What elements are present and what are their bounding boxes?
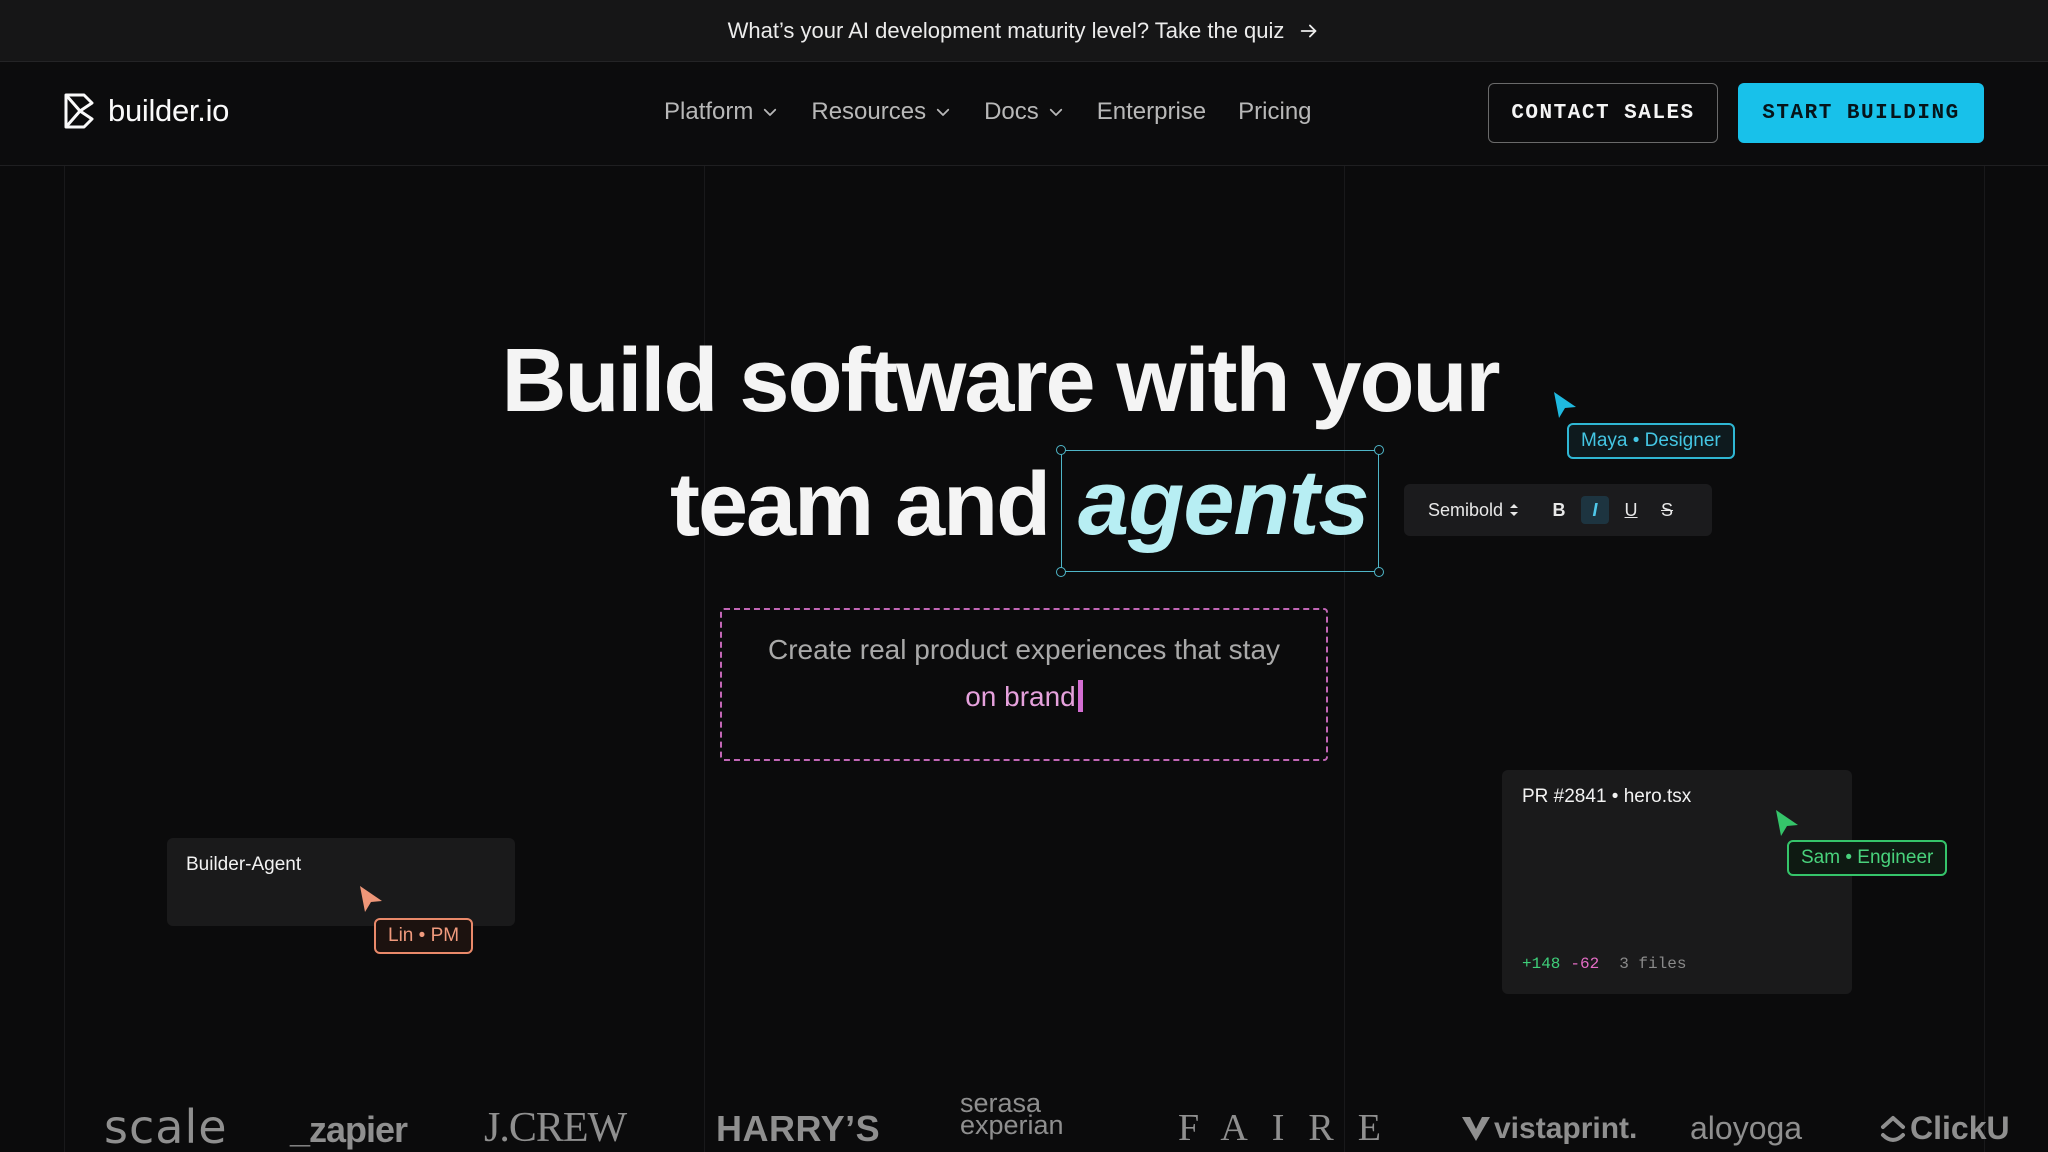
builder-logo-icon (64, 93, 94, 129)
logo-serasa-experian: serasa experian (960, 1090, 1064, 1140)
font-weight-value: Semibold (1428, 499, 1504, 520)
nav-menu: Platform Resources Docs Enterprise Prici… (664, 98, 1312, 126)
format-toolbar: Semibold B I U S (1404, 484, 1712, 536)
nav-item-resources[interactable]: Resources (811, 98, 952, 126)
resize-handle[interactable] (1374, 445, 1384, 455)
nav-item-label: Resources (811, 98, 927, 125)
bold-button[interactable]: B (1545, 496, 1573, 524)
start-building-button[interactable]: START BUILDING (1738, 83, 1984, 143)
builder-agent-card[interactable]: Builder-Agent (167, 838, 515, 926)
font-weight-select[interactable]: Semibold (1428, 500, 1519, 521)
card-title: Builder-Agent (186, 854, 302, 875)
brand-logo[interactable]: builder.io (62, 92, 229, 130)
sort-arrows-icon (1510, 504, 1519, 516)
pr-deletions: -62 (1570, 955, 1600, 973)
nav-item-platform[interactable]: Platform (664, 98, 779, 126)
announcement-bar[interactable]: What’s your AI development maturity leve… (0, 0, 2048, 62)
logo-serasa-line2: experian (960, 1110, 1064, 1140)
pointer-cursor-icon (1554, 392, 1576, 418)
chevron-down-icon (936, 108, 950, 116)
hero-headline-line1: Build software with your (0, 330, 2048, 433)
subtitle-line1: Create real product experiences that sta… (767, 634, 1281, 665)
nav-item-pricing[interactable]: Pricing (1238, 98, 1311, 126)
text-caret (1077, 680, 1083, 712)
nav-item-enterprise[interactable]: Enterprise (1097, 98, 1206, 126)
hero-highlight-word: agents (1078, 452, 1370, 554)
resize-handle[interactable] (1056, 567, 1066, 577)
logo-zapier: _zapier (290, 1109, 408, 1150)
announcement-text[interactable]: What’s your AI development maturity leve… (728, 18, 1285, 44)
nav-item-label: Pricing (1238, 98, 1312, 125)
arrow-right-icon[interactable] (1298, 20, 1320, 42)
contact-sales-button[interactable]: CONTACT SALES (1488, 83, 1718, 143)
nav-item-label: Docs (984, 98, 1039, 125)
logo-clickup: ClickU (1880, 1110, 2010, 1147)
logo-faire: FAIRE (1178, 1107, 1405, 1149)
pull-request-card[interactable]: PR #2841 • hero.tsx +148 -62 3 files (1502, 770, 1852, 994)
underline-button[interactable]: U (1617, 496, 1645, 524)
pr-files-count: 3 files (1619, 955, 1687, 973)
nav-item-label: Enterprise (1096, 98, 1207, 125)
italic-button[interactable]: I (1581, 496, 1610, 524)
grid-line (64, 166, 65, 1152)
subtitle-line2: on brand (722, 680, 1326, 713)
resize-handle[interactable] (1374, 567, 1384, 577)
format-buttons: B I U S (1545, 496, 1681, 524)
logo-aloyoga: aloyoga (1690, 1110, 1803, 1146)
collaborator-tag-lin: Lin • PM (374, 918, 474, 954)
collaborator-tag-maya: Maya • Designer (1567, 423, 1735, 459)
logo-scale: scale (104, 1100, 228, 1152)
subtitle-edit-box[interactable]: Create real product experiences that sta… (720, 608, 1328, 761)
subtitle-brand-text: on brand (965, 681, 1076, 712)
resize-handle[interactable] (1056, 445, 1066, 455)
brand-name: builder.io (108, 93, 230, 128)
nav-item-label: Platform (664, 98, 754, 125)
logo-vistaprint: vistaprint. (1462, 1112, 1637, 1146)
grid-line (1344, 166, 1345, 1152)
strikethrough-button[interactable]: S (1653, 496, 1681, 524)
pr-additions: +148 (1522, 955, 1561, 973)
chevron-down-icon (764, 108, 777, 116)
main-nav: builder.io Platform Resources Docs Enter… (0, 62, 2048, 166)
collaborator-tag-sam: Sam • Engineer (1787, 840, 1948, 876)
logo-clickup-text: ClickU (1910, 1110, 2010, 1146)
grid-line (1984, 166, 1985, 1152)
page: What’s your AI development maturity leve… (0, 0, 2048, 1152)
vistaprint-mark-icon (1462, 1117, 1490, 1141)
clickup-mark-icon (1881, 1115, 1905, 1142)
hero-headline-text: Build software with your (501, 331, 1500, 431)
hero-headline-line2: team and (670, 455, 1051, 555)
chevron-down-icon (1049, 108, 1062, 116)
grid-line (704, 166, 705, 1152)
logo-jcrew: J.CREW (484, 1105, 627, 1151)
logo-harrys: HARRY’S (716, 1108, 881, 1149)
pr-diff-stats: +148 -62 3 files (1522, 955, 1686, 973)
pointer-cursor-icon (1776, 810, 1798, 836)
customer-logos: scale _zapier J.CREW HARRY’S serasa expe… (0, 1090, 2048, 1152)
pr-title: PR #2841 • hero.tsx (1522, 786, 1692, 807)
nav-item-docs[interactable]: Docs (984, 98, 1065, 126)
agents-selection-box[interactable]: agents (1056, 445, 1384, 577)
pointer-cursor-icon (360, 886, 382, 912)
logo-vistaprint-text: vistaprint. (1494, 1112, 1638, 1145)
